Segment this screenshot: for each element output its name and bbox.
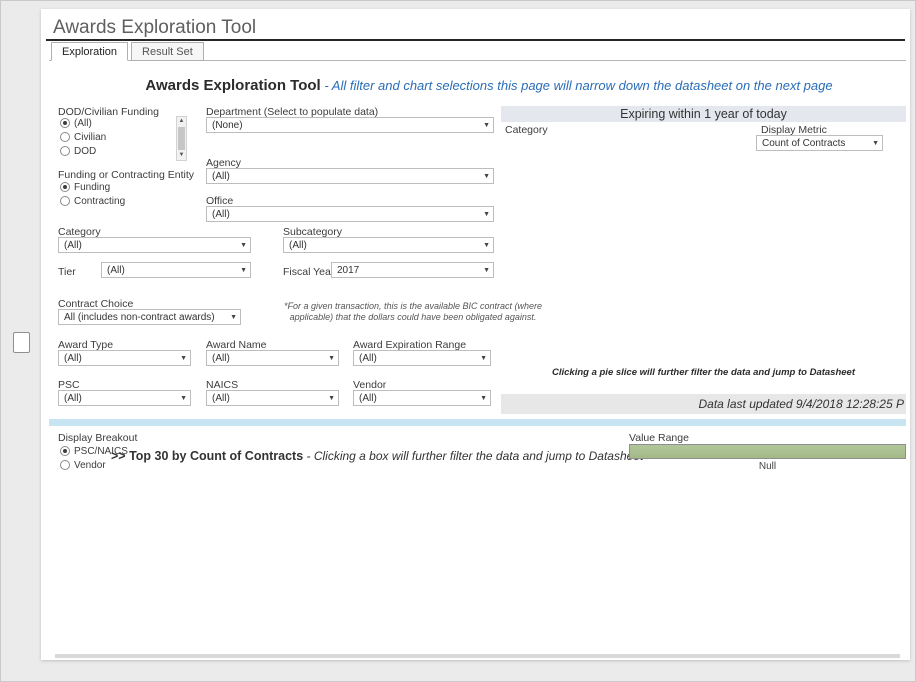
award-name-value: (All) xyxy=(212,353,230,364)
radio-icon xyxy=(60,460,70,470)
subcategory-value: (All) xyxy=(289,240,307,251)
heading-main: Awards Exploration Tool xyxy=(145,77,320,94)
radio-icon xyxy=(60,146,70,156)
category-value: (All) xyxy=(64,240,82,251)
value-range-null-label: Null xyxy=(629,461,906,472)
vendor-value: (All) xyxy=(359,393,377,404)
radio-icon xyxy=(60,182,70,192)
chevron-down-icon: ▼ xyxy=(483,242,490,250)
scroll-up-icon[interactable]: ▲ xyxy=(179,117,185,126)
agency-value: (All) xyxy=(212,171,230,182)
chevron-down-icon: ▼ xyxy=(480,355,487,363)
fiscal-year-label: Fiscal Year xyxy=(283,266,334,278)
award-expiration-select[interactable]: (All) ▼ xyxy=(353,350,491,366)
display-metric-select[interactable]: Count of Contracts ▼ xyxy=(756,135,883,151)
category-select[interactable]: (All) ▼ xyxy=(58,237,251,253)
office-value: (All) xyxy=(212,209,230,220)
fiscal-year-value: 2017 xyxy=(337,265,359,276)
chevron-down-icon: ▼ xyxy=(483,267,490,275)
page-title: Awards Exploration Tool xyxy=(53,17,256,39)
radio-contracting[interactable]: Contracting xyxy=(60,195,125,207)
scroll-down-icon[interactable]: ▼ xyxy=(179,151,185,160)
top30-heading-italic: - Clicking a box will further filter the… xyxy=(303,449,643,463)
dashboard-content: Awards Exploration Tool - All filter and… xyxy=(49,60,906,656)
radio-vendor[interactable]: Vendor xyxy=(60,459,106,471)
chevron-down-icon: ▼ xyxy=(328,355,335,363)
edge-checkbox[interactable] xyxy=(13,332,30,353)
dashboard-heading: Awards Exploration Tool - All filter and… xyxy=(109,77,869,95)
subcategory-select[interactable]: (All) ▼ xyxy=(283,237,494,253)
award-type-select[interactable]: (All) ▼ xyxy=(58,350,191,366)
tab-result-set[interactable]: Result Set xyxy=(131,42,204,61)
office-select[interactable]: (All) ▼ xyxy=(206,206,494,222)
vendor-select[interactable]: (All) ▼ xyxy=(353,390,491,406)
radio-dod[interactable]: DOD xyxy=(60,145,96,157)
award-expiration-value: (All) xyxy=(359,353,377,364)
fiscal-year-select[interactable]: 2017 ▼ xyxy=(331,262,494,278)
naics-value: (All) xyxy=(212,393,230,404)
section-divider xyxy=(49,419,906,426)
tier-select[interactable]: (All) ▼ xyxy=(101,262,251,278)
department-select[interactable]: (None) ▼ xyxy=(206,117,494,133)
radio-icon xyxy=(60,446,70,456)
psc-select[interactable]: (All) ▼ xyxy=(58,390,191,406)
agency-select[interactable]: (All) ▼ xyxy=(206,168,494,184)
top30-heading: >> Top 30 by Count of Contracts - Clicki… xyxy=(111,447,643,465)
scroll-thumb[interactable] xyxy=(178,127,185,150)
horizontal-scrollbar[interactable] xyxy=(55,654,900,658)
title-rule xyxy=(46,39,905,41)
value-range-label: Value Range xyxy=(629,432,689,444)
chevron-down-icon: ▼ xyxy=(180,355,187,363)
radio-icon xyxy=(60,196,70,206)
radio-dod-all[interactable]: (All) xyxy=(60,117,92,129)
psc-value: (All) xyxy=(64,393,82,404)
chevron-down-icon: ▼ xyxy=(180,395,187,403)
tab-bar: Exploration Result Set xyxy=(51,42,207,61)
chevron-down-icon: ▼ xyxy=(230,314,237,322)
chevron-down-icon: ▼ xyxy=(240,267,247,275)
pie-hint-text: Clicking a pie slice will further filter… xyxy=(501,367,906,378)
screenshot-viewport: Awards Exploration Tool Exploration Resu… xyxy=(0,0,916,682)
contract-choice-value: All (includes non-contract awards) xyxy=(64,312,215,323)
bic-contract-note: *For a given transaction, this is the av… xyxy=(277,301,549,323)
listbox-scrollbar[interactable]: ▲ ▼ xyxy=(176,116,187,161)
tier-value: (All) xyxy=(107,265,125,276)
award-name-select[interactable]: (All) ▼ xyxy=(206,350,339,366)
chevron-down-icon: ▼ xyxy=(480,395,487,403)
chevron-down-icon: ▼ xyxy=(483,173,490,181)
tab-exploration[interactable]: Exploration xyxy=(51,42,128,61)
chevron-down-icon: ▼ xyxy=(872,140,879,148)
chevron-down-icon: ▼ xyxy=(483,122,490,130)
chevron-down-icon: ▼ xyxy=(328,395,335,403)
chevron-down-icon: ▼ xyxy=(483,211,490,219)
chevron-down-icon: ▼ xyxy=(240,242,247,250)
display-metric-value: Count of Contracts xyxy=(762,138,845,149)
pie-category-label: Category xyxy=(505,124,548,136)
radio-icon xyxy=(60,132,70,142)
last-updated-bar: Data last updated 9/4/2018 12:28:25 P xyxy=(501,394,906,414)
dashboard-card: Awards Exploration Tool Exploration Resu… xyxy=(41,9,910,660)
radio-funding[interactable]: Funding xyxy=(60,181,110,193)
tier-label: Tier xyxy=(58,266,76,278)
award-type-value: (All) xyxy=(64,353,82,364)
department-value: (None) xyxy=(212,120,243,131)
entity-label: Funding or Contracting Entity xyxy=(58,169,194,181)
naics-select[interactable]: (All) ▼ xyxy=(206,390,339,406)
radio-civilian[interactable]: Civilian xyxy=(60,131,106,143)
radio-icon xyxy=(60,118,70,128)
value-range-bar[interactable] xyxy=(629,444,906,459)
display-breakout-label: Display Breakout xyxy=(58,432,137,444)
pie-panel-title: Expiring within 1 year of today xyxy=(501,106,906,122)
heading-note: - All filter and chart selections this p… xyxy=(321,78,833,93)
contract-choice-select[interactable]: All (includes non-contract awards) ▼ xyxy=(58,309,241,325)
top30-heading-bold: >> Top 30 by Count of Contracts xyxy=(111,449,303,463)
